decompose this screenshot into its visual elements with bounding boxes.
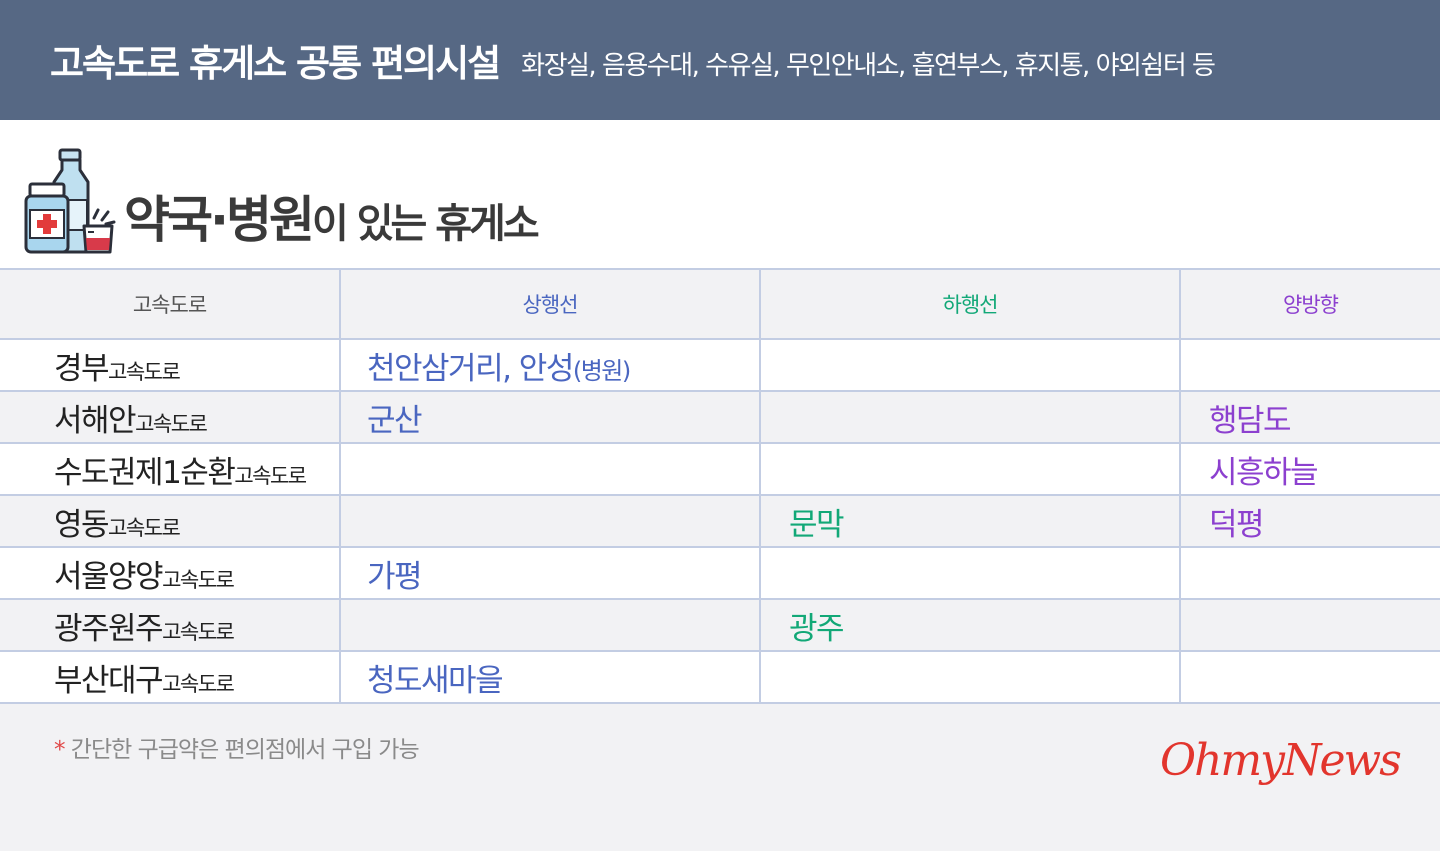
down-cell <box>759 338 1181 392</box>
highway-cell: 부산대구고속도로 <box>0 650 341 704</box>
up-rest-area: 천안삼거리, 안성 <box>367 350 574 387</box>
up-cell <box>339 442 761 496</box>
header-down: 하행선 <box>759 268 1181 340</box>
highway-suffix: 고속도로 <box>234 463 307 488</box>
ohmynews-logo: OhmyNews <box>1160 735 1402 786</box>
table-row: 광주원주고속도로 광주 <box>0 598 1440 652</box>
highway-name: 광주원주 <box>54 610 164 647</box>
up-cell <box>339 598 761 652</box>
table-row: 영동고속도로 문막 덕평 <box>0 494 1440 548</box>
highway-suffix: 고속도로 <box>162 567 235 592</box>
highway-cell: 영동고속도로 <box>0 494 341 548</box>
both-cell: 행담도 <box>1179 390 1440 444</box>
rest-area-table: 고속도로 상행선 하행선 양방향 경부고속도로 천안삼거리, 안성(병원) 서해… <box>0 268 1440 704</box>
up-cell: 군산 <box>339 390 761 444</box>
down-cell: 문막 <box>759 494 1181 548</box>
banner-subtitle: 화장실, 음용수대, 수유실, 무인안내소, 흡연부스, 휴지통, 야외쉼터 등 <box>521 50 1216 81</box>
highway-cell: 수도권제1순환고속도로 <box>0 442 341 496</box>
banner-title: 고속도로 휴게소 공통 편의시설 <box>50 42 501 85</box>
down-cell <box>759 390 1181 444</box>
table-row: 경부고속도로 천안삼거리, 안성(병원) <box>0 338 1440 392</box>
both-cell <box>1179 598 1440 652</box>
up-cell: 청도새마을 <box>339 650 761 704</box>
up-rest-area: 군산 <box>367 402 423 439</box>
down-cell <box>759 650 1181 704</box>
section-title-main: 약국·병원 <box>124 191 315 249</box>
table-header-row: 고속도로 상행선 하행선 양방향 <box>0 268 1440 340</box>
highway-cell: 경부고속도로 <box>0 338 341 392</box>
highway-name: 수도권제1순환 <box>54 454 236 491</box>
footnote-text: 간단한 구급약은 편의점에서 구입 가능 <box>64 737 420 763</box>
table-row: 부산대구고속도로 청도새마을 <box>0 650 1440 704</box>
section-title: 약국·병원이 있는 휴게소 <box>124 180 540 252</box>
table-row: 서울양양고속도로 가평 <box>0 546 1440 600</box>
highway-cell: 서울양양고속도로 <box>0 546 341 600</box>
header-highway: 고속도로 <box>0 268 341 340</box>
header-both: 양방향 <box>1179 268 1440 340</box>
header-up: 상행선 <box>339 268 761 340</box>
up-cell: 가평 <box>339 546 761 600</box>
medicine-bottles-icon <box>24 148 116 254</box>
highway-name: 영동 <box>54 506 110 543</box>
footnote: * 간단한 구급약은 편의점에서 구입 가능 <box>54 730 420 764</box>
up-note: (병원) <box>572 356 631 385</box>
both-cell: 덕평 <box>1179 494 1440 548</box>
down-cell <box>759 442 1181 496</box>
table-row: 서해안고속도로 군산 행담도 <box>0 390 1440 444</box>
highway-name: 서울양양 <box>54 558 164 595</box>
up-rest-area: 가평 <box>367 558 423 595</box>
highway-suffix: 고속도로 <box>108 359 181 384</box>
highway-name: 경부 <box>54 350 110 387</box>
down-cell <box>759 546 1181 600</box>
highway-name: 부산대구 <box>54 662 164 699</box>
both-cell <box>1179 338 1440 392</box>
highway-name: 서해안 <box>54 402 137 439</box>
highway-suffix: 고속도로 <box>162 619 235 644</box>
down-cell: 광주 <box>759 598 1181 652</box>
section-header: 약국·병원이 있는 휴게소 <box>0 120 1440 268</box>
highway-suffix: 고속도로 <box>135 411 208 436</box>
highway-suffix: 고속도로 <box>162 671 235 696</box>
both-cell: 시흥하늘 <box>1179 442 1440 496</box>
top-banner: 고속도로 휴게소 공통 편의시설 화장실, 음용수대, 수유실, 무인안내소, … <box>0 0 1440 120</box>
footnote-star: * <box>54 737 65 763</box>
section-title-rest: 이 있는 휴게소 <box>312 201 540 247</box>
both-cell <box>1179 650 1440 704</box>
both-cell <box>1179 546 1440 600</box>
highway-cell: 광주원주고속도로 <box>0 598 341 652</box>
up-rest-area: 청도새마을 <box>367 662 504 699</box>
table-row: 수도권제1순환고속도로 시흥하늘 <box>0 442 1440 496</box>
up-cell <box>339 494 761 548</box>
up-cell: 천안삼거리, 안성(병원) <box>339 338 761 392</box>
highway-suffix: 고속도로 <box>108 515 181 540</box>
highway-cell: 서해안고속도로 <box>0 390 341 444</box>
